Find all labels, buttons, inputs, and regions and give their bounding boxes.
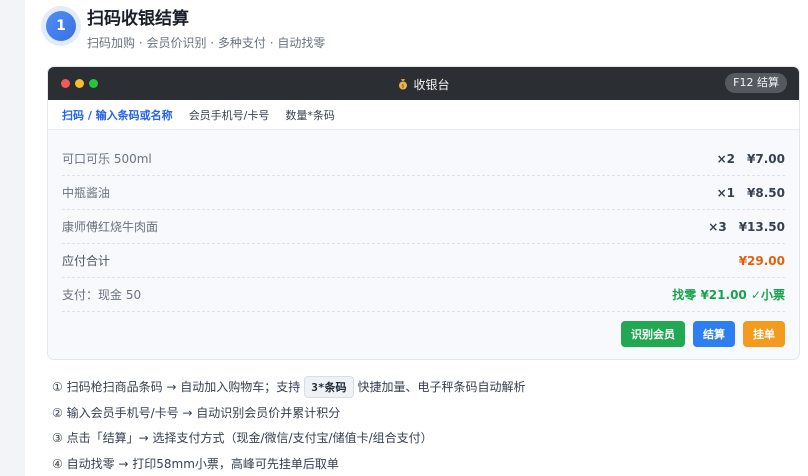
instruction-item: ③ 点击「结算」→ 选择支付方式（现金/微信/支付宝/储值卡/组合支付）	[52, 431, 433, 446]
cart-list: 可口可乐 500ml ×2 ¥7.00 中瓶酱油 ×1 ¥8.50 康师傅红烧牛肉面…	[62, 142, 785, 312]
checkout-shortcut-badge[interactable]: F12 结算	[725, 73, 787, 93]
item-name: 中瓶酱油	[62, 186, 111, 200]
checkout-button[interactable]: 结算	[693, 321, 735, 347]
money-bag-icon: $	[399, 79, 408, 90]
item-price: ¥8.50	[747, 185, 785, 200]
item-name: 康师傅红烧牛肉面	[62, 220, 159, 234]
window-titlebar: $ 收银台 F12 结算	[48, 67, 799, 100]
identify-member-button[interactable]: 识别会员	[621, 321, 685, 347]
cart-item[interactable]: 可口可乐 500ml ×2 ¥7.00	[62, 142, 785, 176]
step-number-badge: 1	[46, 11, 76, 41]
instruction-item: ② 输入会员手机号/卡号 → 自动识别会员价并累计积分	[52, 405, 341, 420]
item-price: ¥7.00	[747, 151, 785, 166]
svg-text:$: $	[402, 84, 405, 90]
instruction-text: ① 扫码枪扫商品条码 → 自动加入购物车；支持	[52, 380, 301, 395]
action-buttons: 识别会员 结算 挂单	[621, 321, 785, 347]
input-tabs: 扫码 / 输入条码或名称 会员手机号/卡号 数量*条码	[48, 100, 799, 130]
section-subtitle: 扫码加购 · 会员价识别 · 多种支付 · 自动找零	[87, 36, 326, 50]
total-row: 应付合计 ¥29.00	[62, 244, 785, 278]
total-label: 应付合计	[62, 254, 111, 268]
payment-label: 支付：现金 50	[62, 288, 142, 302]
item-name: 可口可乐 500ml	[62, 152, 152, 166]
instruction-text: 快捷加量、电子秤条码自动解析	[357, 380, 526, 395]
instruction-item: ④ 自动找零 → 打印58mm小票，高峰可先挂单后取单	[52, 456, 339, 471]
total-amount: ¥29.00	[738, 253, 785, 268]
item-qty: ×2	[716, 151, 736, 166]
hold-order-button[interactable]: 挂单	[743, 321, 785, 347]
item-qty: ×1	[716, 185, 736, 200]
instruction-list: ① 扫码枪扫商品条码 → 自动加入购物车；支持 3*条码 快捷加量、电子秤条码自…	[52, 374, 526, 476]
payment-row: 支付：现金 50 找零 ¥21.00 ✓小票	[62, 278, 785, 312]
page: 1 扫码收银结算 扫码加购 · 会员价识别 · 多种支付 · 自动找零 $ 收银…	[25, 0, 808, 476]
tab-member-lookup[interactable]: 会员手机号/卡号	[189, 107, 270, 123]
window-title: $ 收银台	[48, 76, 799, 93]
instruction-item: ① 扫码枪扫商品条码 → 自动加入购物车；支持 3*条码 快捷加量、电子秤条码自…	[52, 374, 526, 400]
quantity-shortcut-chip: 3*条码	[304, 375, 354, 398]
section-title: 扫码收银结算	[87, 9, 189, 29]
item-qty: ×3	[708, 219, 727, 234]
window-title-text: 收银台	[413, 78, 450, 92]
cart-item[interactable]: 康师傅红烧牛肉面 ×3 ¥13.50	[62, 210, 785, 244]
tab-quantity-barcode[interactable]: 数量*条码	[285, 107, 335, 123]
change-amount: 找零 ¥21.00 ✓小票	[672, 288, 785, 302]
tab-scan-barcode[interactable]: 扫码 / 输入条码或名称	[62, 107, 173, 123]
pos-window: $ 收银台 F12 结算 扫码 / 输入条码或名称 会员手机号/卡号 数量*条码…	[47, 66, 800, 360]
item-price: ¥13.50	[738, 219, 785, 234]
cart-item[interactable]: 中瓶酱油 ×1 ¥8.50	[62, 176, 785, 210]
